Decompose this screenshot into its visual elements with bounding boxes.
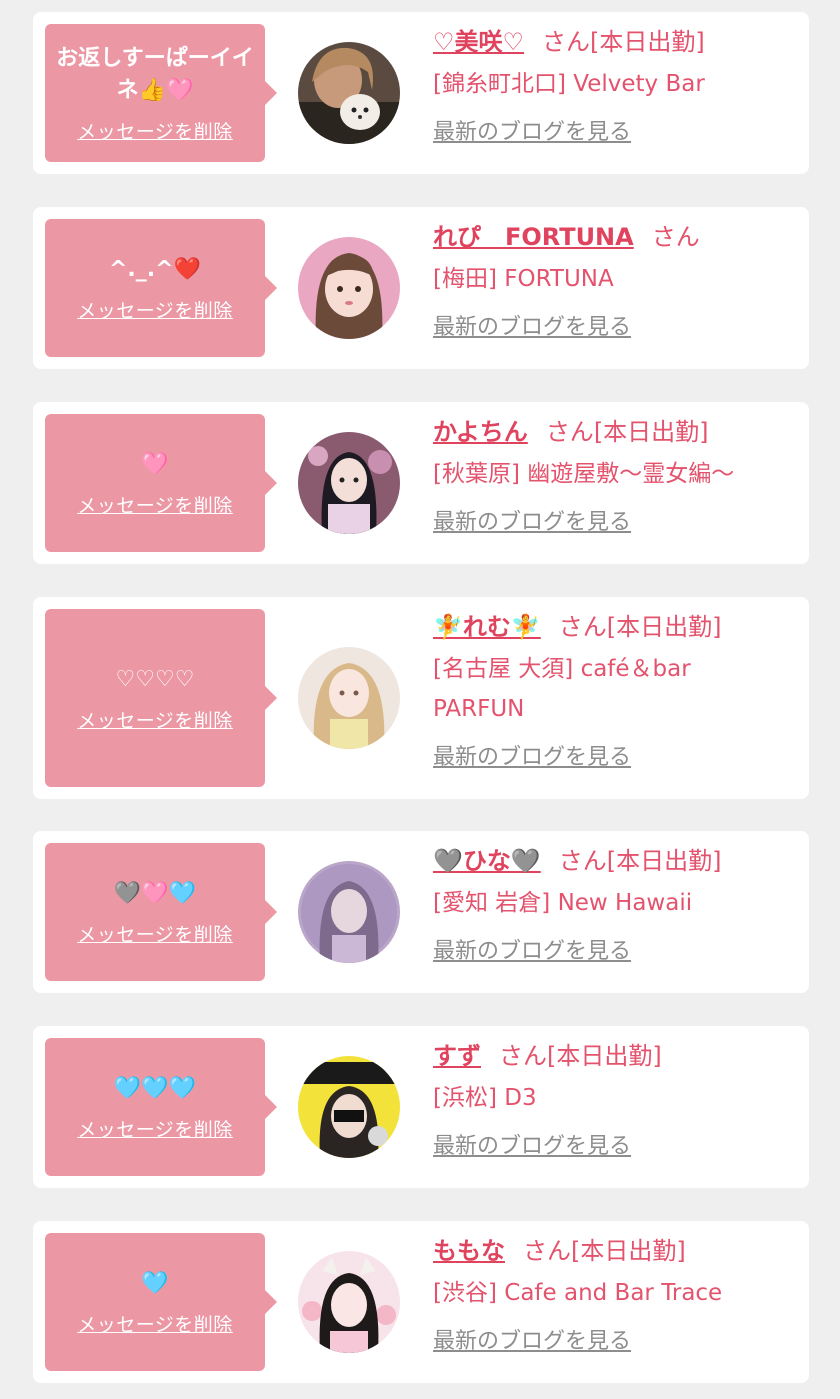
working-status: [本日出勤]: [606, 613, 722, 641]
name-suffix: さん: [542, 28, 591, 56]
message-text: 🩵: [141, 1270, 169, 1296]
cast-name-link[interactable]: 🩶ひな🩶: [433, 847, 541, 875]
shop-name: [錦糸町北口] Velvety Bar: [433, 71, 705, 97]
avatar[interactable]: [298, 432, 400, 534]
cast-info: ももな さん[本日出勤] [渋谷] Cafe and Bar Trace 最新のブ…: [433, 1235, 799, 1355]
delete-message-link[interactable]: メッセージを削除: [77, 491, 233, 518]
message-bubble: 🩵 メッセージを削除: [45, 1233, 277, 1371]
name-suffix: さん: [651, 223, 700, 251]
message-card: 🩵 メッセージを削除 ももな さん[本日出勤] [渋谷] Cafe and Bar…: [33, 1221, 809, 1383]
shop-name: [梅田] FORTUNA: [433, 266, 614, 292]
message-list: お返しすーぱーイイネ👍🩷 メッセージを削除 ♡美咲♡ さん[本日出勤] [錦糸町北…: [0, 0, 840, 1399]
working-status: [本日出勤]: [606, 847, 722, 875]
message-card: 🩵🩵🩵 メッセージを削除 すず さん[本日出勤] [浜松] D3 最新のブログを見…: [33, 1026, 809, 1188]
working-status: [本日出勤]: [547, 1042, 662, 1070]
cast-info: れぴ FORTUNA さん [梅田] FORTUNA 最新のブログを見る: [433, 221, 799, 341]
cast-info: ♡美咲♡ さん[本日出勤] [錦糸町北口] Velvety Bar 最新のブログを…: [433, 26, 799, 146]
message-text: お返しすーぱーイイネ👍🩷: [56, 45, 254, 103]
cast-info: すず さん[本日出勤] [浜松] D3 最新のブログを見る: [433, 1040, 799, 1160]
working-status: [本日出勤]: [593, 418, 709, 446]
cast-name-link[interactable]: れぴ FORTUNA: [433, 223, 634, 251]
delete-message-link[interactable]: メッセージを削除: [77, 920, 233, 947]
shop-name: [秋葉原] 幽遊屋敷〜霊女編〜: [433, 461, 735, 487]
avatar[interactable]: [298, 42, 400, 144]
name-suffix: さん: [523, 1237, 571, 1265]
message-text: 🩶🩷🩵: [113, 880, 197, 906]
message-text: ^._.^❤️: [109, 256, 201, 282]
message-text: 🩵🩵🩵: [113, 1075, 197, 1101]
message-bubble: ♡♡♡♡ メッセージを削除: [45, 609, 277, 787]
cast-info: かよちん さん[本日出勤] [秋葉原] 幽遊屋敷〜霊女編〜 最新のブログを見る: [433, 416, 799, 536]
delete-message-link[interactable]: メッセージを削除: [77, 1115, 233, 1142]
avatar[interactable]: [298, 647, 400, 749]
delete-message-link[interactable]: メッセージを削除: [77, 706, 233, 733]
delete-message-link[interactable]: メッセージを削除: [77, 117, 233, 144]
message-card: 🩷 メッセージを削除 かよちん さん[本日出勤] [秋葉原] 幽遊屋敷〜霊女編〜 …: [33, 402, 809, 564]
working-status: [本日出勤]: [571, 1237, 686, 1265]
cast-name-link[interactable]: すず: [433, 1042, 481, 1070]
message-card: お返しすーぱーイイネ👍🩷 メッセージを削除 ♡美咲♡ さん[本日出勤] [錦糸町北…: [33, 12, 809, 174]
view-blog-link[interactable]: 最新のブログを見る: [433, 933, 631, 965]
shop-name: [渋谷] Cafe and Bar Trace: [433, 1280, 723, 1306]
view-blog-link[interactable]: 最新のブログを見る: [433, 309, 631, 341]
name-suffix: さん: [499, 1042, 547, 1070]
delete-message-link[interactable]: メッセージを削除: [77, 296, 233, 323]
cast-name-link[interactable]: かよちん: [433, 418, 528, 446]
name-suffix: さん: [558, 847, 607, 875]
view-blog-link[interactable]: 最新のブログを見る: [433, 114, 631, 146]
message-bubble: 🩷 メッセージを削除: [45, 414, 277, 552]
avatar[interactable]: [298, 1056, 400, 1158]
view-blog-link[interactable]: 最新のブログを見る: [433, 1128, 631, 1160]
message-bubble: 🩶🩷🩵 メッセージを削除: [45, 843, 277, 981]
working-status: [本日出勤]: [590, 28, 705, 56]
shop-name: [浜松] D3: [433, 1085, 537, 1111]
avatar[interactable]: [298, 861, 400, 963]
message-text: 🩷: [141, 451, 169, 477]
shop-name: [名古屋 大須] café＆bar PARFUN: [433, 656, 691, 722]
cast-name-link[interactable]: ももな: [433, 1237, 505, 1265]
delete-message-link[interactable]: メッセージを削除: [77, 1310, 233, 1337]
name-suffix: さん: [558, 613, 607, 641]
message-card: 🩶🩷🩵 メッセージを削除 🩶ひな🩶 さん[本日出勤] [愛知 岩倉] New Ha…: [33, 831, 809, 993]
name-suffix: さん: [545, 418, 594, 446]
cast-info: 🩶ひな🩶 さん[本日出勤] [愛知 岩倉] New Hawaii 最新のブログを見…: [433, 845, 799, 965]
cast-name-link[interactable]: 🧚れむ🧚: [433, 613, 541, 641]
message-text: ♡♡♡♡: [115, 666, 195, 692]
cast-info: 🧚れむ🧚 さん[本日出勤] [名古屋 大須] café＆bar PARFUN 最新…: [433, 611, 799, 771]
cast-name-link[interactable]: ♡美咲♡: [433, 28, 524, 56]
message-bubble: 🩵🩵🩵 メッセージを削除: [45, 1038, 277, 1176]
view-blog-link[interactable]: 最新のブログを見る: [433, 504, 631, 536]
message-card: ♡♡♡♡ メッセージを削除 🧚れむ🧚 さん[本日出勤] [名古屋 大須] café…: [33, 597, 809, 799]
message-bubble: お返しすーぱーイイネ👍🩷 メッセージを削除: [45, 24, 277, 162]
avatar[interactable]: [298, 1251, 400, 1353]
avatar[interactable]: [298, 237, 400, 339]
view-blog-link[interactable]: 最新のブログを見る: [433, 739, 631, 771]
message-card: ^._.^❤️ メッセージを削除 れぴ FORTUNA さん [梅田] FORTU…: [33, 207, 809, 369]
view-blog-link[interactable]: 最新のブログを見る: [433, 1323, 631, 1355]
shop-name: [愛知 岩倉] New Hawaii: [433, 890, 693, 916]
message-bubble: ^._.^❤️ メッセージを削除: [45, 219, 277, 357]
